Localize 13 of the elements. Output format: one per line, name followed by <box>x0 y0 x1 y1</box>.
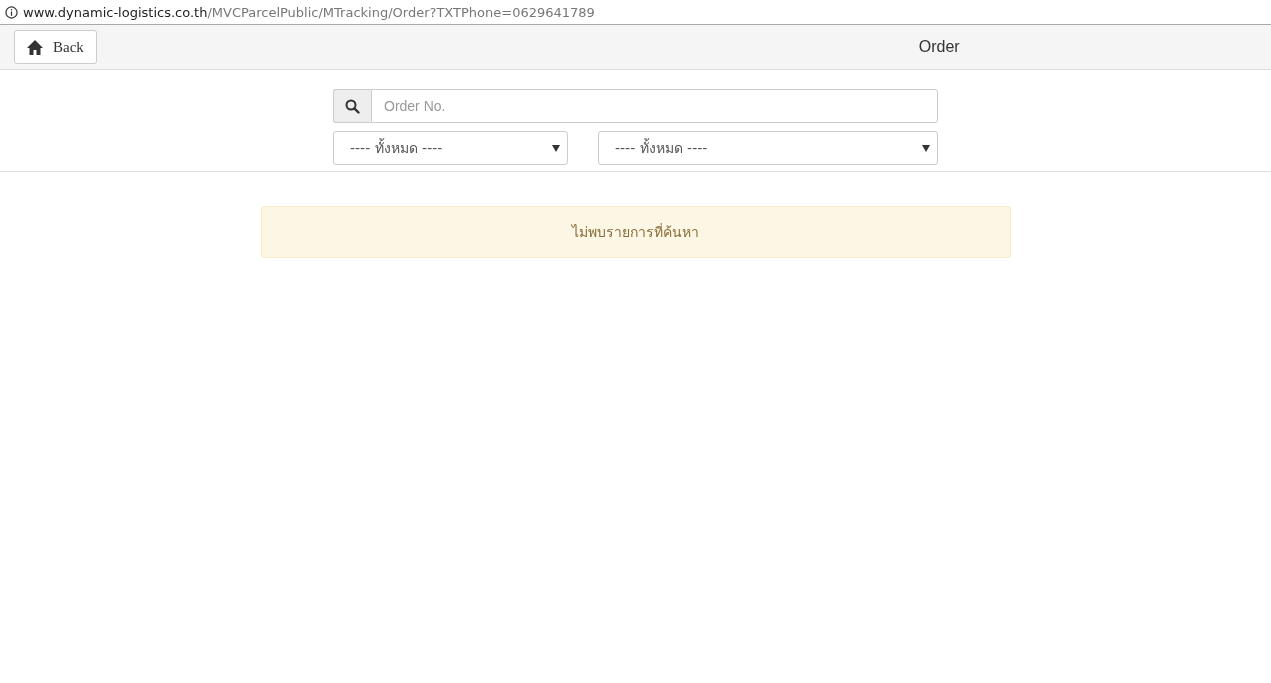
back-button[interactable]: Back <box>14 30 97 64</box>
order-number-field[interactable]: Order No. <box>371 89 938 123</box>
url-path[interactable]: /MVCParcelPublic/MTracking/Order?TXTPhone=0629641789 <box>207 4 595 20</box>
caret-icon <box>922 144 930 152</box>
caret-icon <box>552 144 560 152</box>
info-icon[interactable] <box>5 5 18 19</box>
url-host[interactable]: www.dynamic-logistics.co.th <box>23 4 208 20</box>
page-title: Order <box>918 38 960 56</box>
home-icon <box>27 39 43 55</box>
filter-dropdown[interactable]: ---- ทั้งหมด ---- <box>333 131 568 165</box>
filter-dropdown[interactable]: ---- ทั้งหมด ---- <box>598 131 938 165</box>
no-results-alert: ไม่พบรายการที่ค้นหา <box>260 206 1011 258</box>
search-icon <box>345 98 360 114</box>
